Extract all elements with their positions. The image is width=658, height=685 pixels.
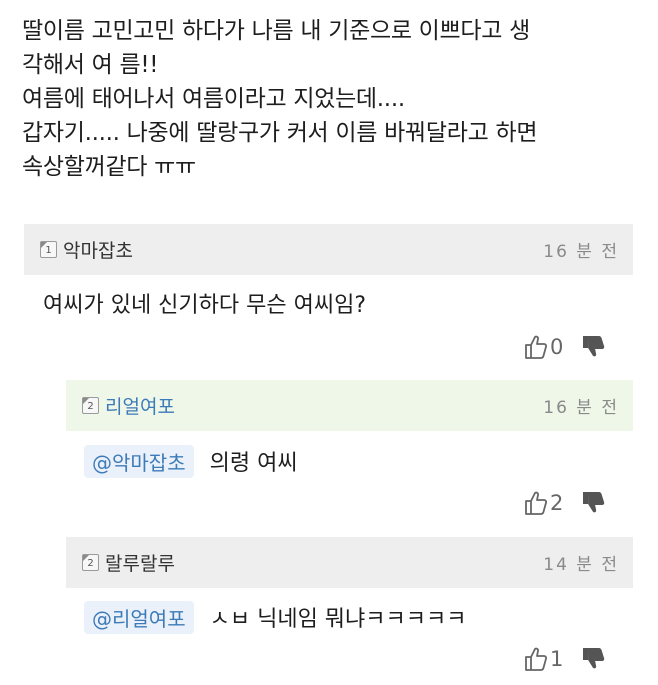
thumbs-up-icon[interactable] [524,334,548,360]
mention-tag[interactable]: @리얼여포 [84,600,194,634]
comment-nickname[interactable]: 랄루랄루 [105,549,543,576]
comment-body: 의령 여씨 [209,451,298,476]
thumbs-down-icon[interactable] [581,646,605,672]
comment-nickname[interactable]: 악마잡초 [63,236,543,263]
like-count: 2 [550,491,564,515]
vote-bar: 0 [524,334,605,360]
post-line: 각해서 여 름!! [22,52,159,78]
mention-tag[interactable]: @악마잡초 [84,444,194,478]
comment-time: 16 분 전 [543,242,619,262]
comment-body: 여씨가 있네 신기하다 무슨 여씨임? [43,293,367,318]
post-body: 딸이름 고민고민 하다가 나름 내 기준으로 이쁘다고 생 각해서 여 름!! … [22,14,642,184]
vote-bar: 2 [524,490,605,516]
comment-time: 14 분 전 [543,555,619,575]
comment-header: 1 악마잡초 16 분 전 [24,224,633,275]
like-count: 1 [550,647,564,671]
member-grade-icon: 2 [82,397,99,414]
post-line: 속상할꺼같다 ㅠㅠ [22,154,196,180]
comment-nickname[interactable]: 리얼여포 [105,392,543,419]
comment-text: 여씨가 있네 신기하다 무슨 여씨임? [43,283,366,323]
comment-header: 2 리얼여포 16 분 전 [66,380,633,431]
thumbs-down-icon[interactable] [581,334,605,360]
member-grade-icon: 1 [40,241,57,258]
vote-bar: 1 [524,646,605,672]
post-line: 갑자기..... 나중에 딸랑구가 커서 이름 바꿔달라고 하면 [22,120,538,146]
post-line: 딸이름 고민고민 하다가 나름 내 기준으로 이쁘다고 생 [22,18,530,44]
comment-time: 16 분 전 [543,398,619,418]
post-line: 여름에 태어나서 여름이라고 지었는데.... [22,86,405,112]
thumbs-up-icon[interactable] [524,490,548,516]
thumbs-down-icon[interactable] [581,490,605,516]
comment-header: 2 랄루랄루 14 분 전 [66,537,633,588]
like-count: 0 [550,335,564,359]
thumbs-up-icon[interactable] [524,646,548,672]
comment-text: @리얼여포 ㅅㅂ 닉네임 뭐냐ㅋㅋㅋㅋㅋ [84,597,466,637]
member-grade-icon: 2 [82,554,99,571]
comment-text: @악마잡초 의령 여씨 [84,441,298,481]
comment-body: ㅅㅂ 닉네임 뭐냐ㅋㅋㅋㅋㅋ [209,607,467,632]
